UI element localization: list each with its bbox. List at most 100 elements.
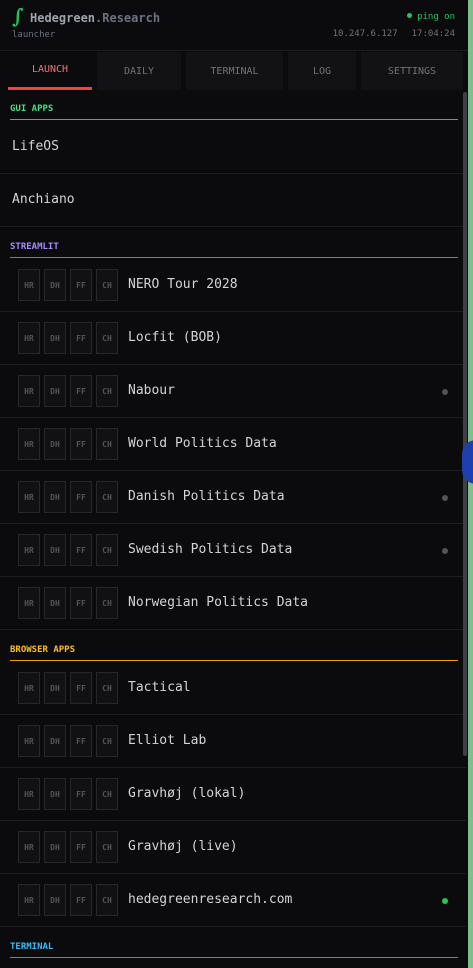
browser-app-tactical[interactable]: HR DH FF CH Tactical [0, 662, 466, 715]
section-streamlit: STREAMLIT [10, 228, 458, 258]
streamlit-app-world-politics-data[interactable]: HR DH FF CH World Politics Data [0, 418, 466, 471]
hr-button[interactable]: HR [18, 831, 40, 863]
ff-button[interactable]: FF [70, 428, 92, 460]
ff-button[interactable]: FF [70, 534, 92, 566]
ping-label: ping on [417, 12, 455, 22]
browser-app-hedegreenresearch-com[interactable]: HR DH FF CH hedegreenresearch.com [0, 874, 466, 927]
app-label: Anchiano [12, 192, 75, 207]
window-edge [468, 0, 473, 968]
brand-primary: Hedegreen [30, 11, 96, 25]
ch-button[interactable]: CH [96, 375, 118, 407]
dh-button[interactable]: DH [44, 322, 66, 354]
host-meta: 10.247.6.127 17:04:24 [333, 29, 455, 39]
ch-button[interactable]: CH [96, 269, 118, 301]
tab-launch[interactable]: LAUNCH [8, 52, 92, 90]
streamlit-app-norwegian-politics-data[interactable]: HR DH FF CH Norwegian Politics Data [0, 577, 466, 630]
ff-button[interactable]: FF [70, 269, 92, 301]
streamlit-app-nero-tour-2028[interactable]: HR DH FF CH NERO Tour 2028 [0, 259, 466, 312]
ch-button[interactable]: CH [96, 778, 118, 810]
streamlit-app-danish-politics-data[interactable]: HR DH FF CH Danish Politics Data [0, 471, 466, 524]
dh-button[interactable]: DH [44, 884, 66, 916]
app-label: Locfit (BOB) [128, 330, 222, 345]
ff-button[interactable]: FF [70, 884, 92, 916]
dh-button[interactable]: DH [44, 587, 66, 619]
ff-button[interactable]: FF [70, 587, 92, 619]
browser-app-gravh-j-lokal[interactable]: HR DH FF CH Gravhøj (lokal) [0, 768, 466, 821]
launch-panel: GUI APPS LifeOS Anchiano STREAMLIT HR DH F… [0, 90, 468, 968]
hr-button[interactable]: HR [18, 534, 40, 566]
app-label: LifeOS [12, 139, 59, 154]
ff-button[interactable]: FF [70, 778, 92, 810]
app-label: Nabour [128, 383, 175, 398]
ch-button[interactable]: CH [96, 481, 118, 513]
streamlit-app-locfit-bob[interactable]: HR DH FF CH Locfit (BOB) [0, 312, 466, 365]
hr-button[interactable]: HR [18, 322, 40, 354]
tab-daily[interactable]: DAILY [97, 52, 181, 90]
ch-button[interactable]: CH [96, 322, 118, 354]
app-label: Norwegian Politics Data [128, 595, 309, 610]
ff-button[interactable]: FF [70, 481, 92, 513]
app-label: World Politics Data [128, 436, 277, 451]
hr-button[interactable]: HR [18, 587, 40, 619]
ping-status[interactable]: ping on [407, 12, 455, 22]
hr-button[interactable]: HR [18, 778, 40, 810]
background-window-fragment [462, 440, 473, 484]
hr-button[interactable]: HR [18, 884, 40, 916]
hr-button[interactable]: HR [18, 428, 40, 460]
hr-button[interactable]: HR [18, 481, 40, 513]
ch-button[interactable]: CH [96, 428, 118, 460]
hr-button[interactable]: HR [18, 375, 40, 407]
status-dot-icon [442, 389, 448, 395]
dh-button[interactable]: DH [44, 428, 66, 460]
ff-button[interactable]: FF [70, 322, 92, 354]
ff-button[interactable]: FF [70, 831, 92, 863]
hr-button[interactable]: HR [18, 725, 40, 757]
app-label: Gravhøj (lokal) [128, 786, 246, 801]
launcher-window: { "header": { "logo_glyph": "∫", "brand_… [0, 0, 473, 968]
app-label: Gravhøj (live) [128, 839, 238, 854]
section-terminal: TERMINAL [10, 928, 458, 958]
gui-app-anchiano[interactable]: Anchiano [0, 174, 466, 227]
scrollbar[interactable] [463, 92, 467, 756]
dh-button[interactable]: DH [44, 672, 66, 704]
dh-button[interactable]: DH [44, 778, 66, 810]
dh-button[interactable]: DH [44, 534, 66, 566]
app-label: Swedish Politics Data [128, 542, 293, 557]
streamlit-app-swedish-politics-data[interactable]: HR DH FF CH Swedish Politics Data [0, 524, 466, 577]
dh-button[interactable]: DH [44, 269, 66, 301]
dh-button[interactable]: DH [44, 481, 66, 513]
hr-button[interactable]: HR [18, 269, 40, 301]
ch-button[interactable]: CH [96, 831, 118, 863]
dh-button[interactable]: DH [44, 725, 66, 757]
hr-button[interactable]: HR [18, 672, 40, 704]
ch-button[interactable]: CH [96, 534, 118, 566]
tab-terminal[interactable]: TERMINAL [186, 52, 283, 90]
ff-button[interactable]: FF [70, 375, 92, 407]
ch-button[interactable]: CH [96, 884, 118, 916]
ch-button[interactable]: CH [96, 587, 118, 619]
gui-app-lifeos[interactable]: LifeOS [0, 121, 466, 174]
status-dot-icon [442, 898, 448, 904]
section-gui-apps: GUI APPS [10, 90, 458, 120]
logo-icon: ∫ [12, 4, 24, 28]
app-label: Tactical [128, 680, 191, 695]
ch-button[interactable]: CH [96, 725, 118, 757]
ff-button[interactable]: FF [70, 672, 92, 704]
tab-settings[interactable]: SETTINGS [361, 52, 463, 90]
app-brand: Hedegreen.Research [30, 10, 160, 26]
dh-button[interactable]: DH [44, 375, 66, 407]
tab-bar: LAUNCH DAILY TERMINAL LOG SETTINGS [0, 50, 468, 90]
browser-app-elliot-lab[interactable]: HR DH FF CH Elliot Lab [0, 715, 466, 768]
dh-button[interactable]: DH [44, 831, 66, 863]
app-label: Danish Politics Data [128, 489, 285, 504]
tab-log[interactable]: LOG [288, 52, 356, 90]
section-browser-apps: BROWSER APPS [10, 631, 458, 661]
ff-button[interactable]: FF [70, 725, 92, 757]
brand-secondary: .Research [95, 11, 161, 25]
status-dot-icon [442, 548, 448, 554]
streamlit-app-nabour[interactable]: HR DH FF CH Nabour [0, 365, 466, 418]
browser-app-gravh-j-live[interactable]: HR DH FF CH Gravhøj (live) [0, 821, 466, 874]
app-header: ∫ Hedegreen.Research launcher ping on 10… [0, 0, 468, 50]
ch-button[interactable]: CH [96, 672, 118, 704]
app-subtitle: launcher [12, 30, 56, 40]
